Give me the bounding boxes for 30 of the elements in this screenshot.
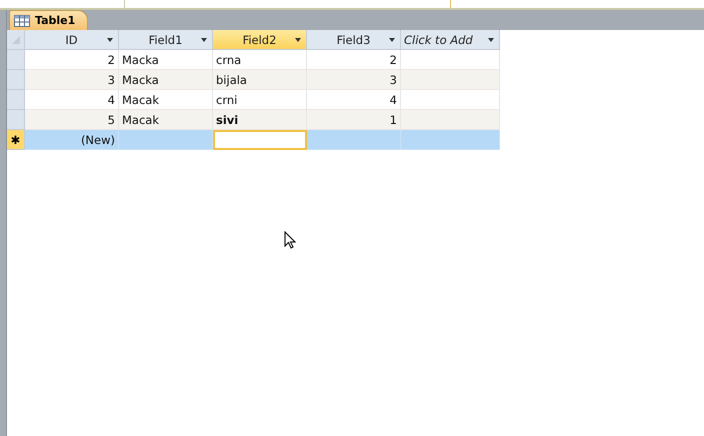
table-cell: 3 (25, 70, 119, 90)
input-field[interactable] (213, 130, 307, 150)
new-row-marker[interactable]: ✱ (7, 130, 25, 150)
table-cell: Macka (119, 70, 213, 90)
table-cell: 1 (307, 110, 401, 130)
table-icon (14, 14, 30, 26)
column-header[interactable]: Click to Add (401, 30, 500, 50)
table-cell: 5 (25, 110, 119, 130)
corner-triangle-icon (10, 34, 20, 44)
table-tab[interactable]: Table1 (9, 10, 88, 30)
column-header[interactable]: ID (25, 30, 119, 50)
row-selector[interactable] (7, 70, 25, 90)
table-cell: bijala (213, 70, 307, 90)
dropdown-arrow-icon[interactable] (389, 38, 395, 42)
dropdown-arrow-icon[interactable] (295, 38, 301, 42)
dropdown-arrow-icon[interactable] (107, 38, 113, 42)
row-selector[interactable] (7, 90, 25, 110)
dropdown-arrow-icon[interactable] (488, 38, 494, 42)
row-selector[interactable] (7, 110, 25, 130)
column-header[interactable]: Field1 (119, 30, 213, 50)
table-cell: 3 (307, 70, 401, 90)
select-all-corner[interactable] (7, 30, 25, 50)
row-selector[interactable] (7, 50, 25, 70)
table-cell: (New) (25, 130, 119, 150)
mouse-pointer-icon (284, 231, 296, 249)
table-cell: Macak (119, 110, 213, 130)
table-cell: sivi (213, 110, 307, 130)
column-header[interactable]: Field3 (307, 30, 401, 50)
column-header[interactable]: Field2 (213, 30, 307, 50)
dropdown-arrow-icon[interactable] (201, 38, 207, 42)
